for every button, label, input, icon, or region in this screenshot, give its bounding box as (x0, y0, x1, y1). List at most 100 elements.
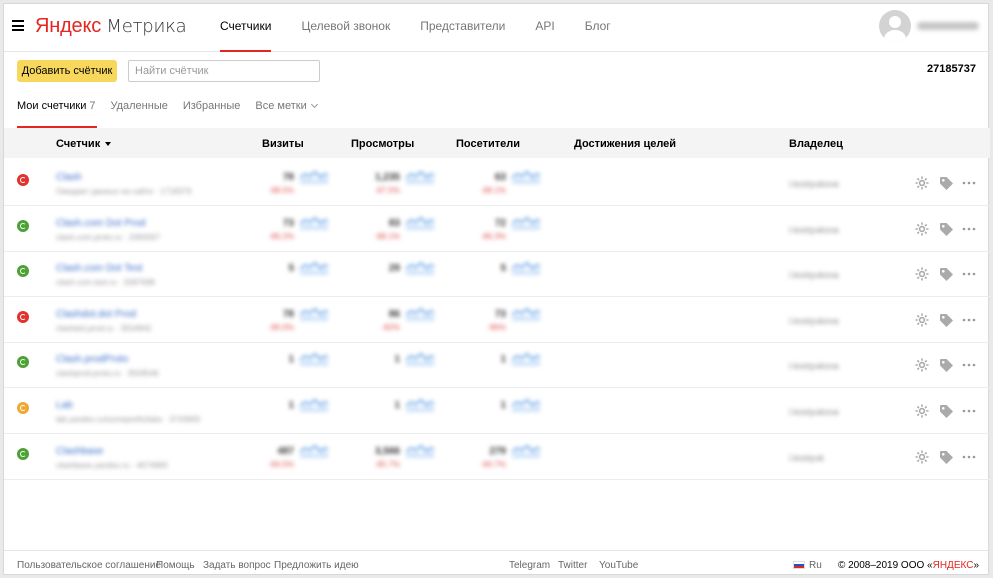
counter-site-text: clashbase.yandex.ru · 4674983 (56, 460, 168, 470)
tab-all-tags[interactable]: Все метки (255, 100, 318, 128)
views-value: 3,566 (374, 445, 400, 457)
table-row[interactable]: Clash Ожидает данных на сайте · 1718379 78… (4, 160, 990, 206)
owner-login: l.kostyuk (789, 452, 825, 463)
sparkline-chart (300, 353, 328, 367)
visits-value: 73 (282, 217, 294, 229)
counter-site-text: clash.com.test.ru · 2087698 (56, 278, 155, 288)
visits-delta: -84.5% (268, 459, 294, 469)
username[interactable] (917, 22, 979, 30)
views-value: 83 (388, 217, 400, 229)
add-counter-button[interactable]: Добавить счётчик (17, 60, 117, 82)
more-icon[interactable] (961, 266, 977, 282)
footer-help-link[interactable]: Помощь (156, 560, 195, 571)
table-row[interactable]: Clash.com Dot Test clash.com.test.ru · 20… (4, 251, 990, 298)
nav-blog[interactable]: Блог (585, 4, 611, 52)
counter-name-link[interactable]: Clashdot.dot Prod (56, 309, 136, 320)
tab-my-counters[interactable]: Мои счетчики 7 (17, 100, 98, 128)
owner-login: l.kostyukova (789, 361, 839, 372)
counter-name-link[interactable]: Clash (56, 172, 82, 183)
sparkline-chart (406, 353, 434, 367)
footer-suggest-link[interactable]: Предложить идею (274, 560, 359, 571)
status-error-icon (17, 174, 29, 186)
footer-ask-link[interactable]: Задать вопрос (203, 560, 271, 571)
table-row[interactable]: Clashdot.dot Prod clashdot.prod.ru · 3554… (4, 297, 990, 343)
tag-icon[interactable] (938, 403, 954, 419)
visitors-value: 63 (494, 172, 506, 183)
gear-icon[interactable] (914, 266, 930, 282)
more-icon[interactable] (961, 312, 977, 328)
search-counter-input[interactable] (128, 60, 320, 82)
more-icon[interactable] (961, 357, 977, 373)
more-icon[interactable] (961, 221, 977, 237)
views-delta: -88.1% (374, 231, 400, 241)
copyright-end: » (973, 560, 979, 571)
gear-icon[interactable] (914, 403, 930, 419)
col-visits[interactable]: Визиты (262, 138, 304, 150)
yandex-link[interactable]: ЯНДЕКС (933, 560, 974, 571)
footer-twitter-link[interactable]: Twitter (558, 560, 587, 571)
col-views[interactable]: Просмотры (351, 138, 414, 150)
sparkline-chart (512, 216, 540, 230)
tag-icon[interactable] (938, 221, 954, 237)
table-row[interactable]: Lab lab.yandex.ru/someprefix/labs · 37436… (4, 388, 990, 434)
tag-icon[interactable] (938, 357, 954, 373)
tag-icon[interactable] (938, 266, 954, 282)
user-avatar[interactable] (879, 10, 911, 42)
logo[interactable]: Яндекс Метрика (35, 15, 187, 38)
table-row[interactable]: Clashbase clashbase.yandex.ru · 4674983 48… (4, 434, 990, 480)
nav-counters[interactable]: Счетчики (220, 4, 272, 52)
counter-name-link[interactable]: Clashbase (56, 446, 103, 457)
counter-name-link[interactable]: Clash.com Dot Prod (56, 218, 145, 229)
footer-youtube-link[interactable]: YouTube (599, 560, 638, 571)
counter-site-text: clashprod.proto.ru · 3558546 (56, 369, 159, 379)
tab-deleted[interactable]: Удаленные (110, 100, 167, 128)
gear-icon[interactable] (914, 312, 930, 328)
col-goals[interactable]: Достижения целей (574, 138, 676, 150)
tag-icon[interactable] (938, 449, 954, 465)
copyright-text: © 2008–2019 ООО « (837, 560, 933, 571)
visitors-value: 1 (500, 354, 506, 366)
status-ok-icon (17, 356, 29, 369)
visitors-delta: -86% (487, 322, 506, 332)
col-visitors[interactable]: Посетители (456, 138, 520, 150)
owner-login: l.kostyukova (789, 270, 839, 281)
visits-value: 78 (282, 172, 294, 183)
counter-id: 27185737 (927, 63, 976, 75)
table-row[interactable]: Clash.prodProto clashprod.proto.ru · 3558… (4, 342, 990, 389)
nav-representatives[interactable]: Представители (420, 4, 505, 52)
col-counter[interactable]: Счетчик (56, 138, 112, 150)
col-owner[interactable]: Владелец (789, 138, 843, 150)
language-label: Ru (809, 560, 822, 571)
menu-icon[interactable] (12, 20, 24, 31)
nav-call-tracking[interactable]: Целевой звонок (301, 4, 390, 52)
counter-name-link[interactable]: Lab (56, 400, 73, 411)
sparkline-chart (406, 307, 434, 321)
more-icon[interactable] (961, 175, 977, 191)
footer-terms-link[interactable]: Пользовательское соглашение (17, 560, 161, 571)
more-icon[interactable] (961, 449, 977, 465)
app-frame: Яндекс Метрика Счетчики Целевой звонок П… (3, 3, 990, 575)
tag-icon[interactable] (938, 175, 954, 191)
sparkline-chart (512, 307, 540, 321)
gear-icon[interactable] (914, 449, 930, 465)
sparkline-chart (300, 216, 328, 230)
sparkline-chart (406, 261, 434, 276)
counter-site-text: lab.yandex.ru/someprefix/labs · 3743665 (56, 415, 201, 424)
visitors-value: 73 (494, 308, 506, 320)
gear-icon[interactable] (914, 175, 930, 191)
tag-icon[interactable] (938, 312, 954, 328)
nav-api[interactable]: API (535, 4, 554, 52)
table-row[interactable]: Clash.com Dot Prod clash.com.proto.ru · 2… (4, 206, 990, 252)
counter-name-link[interactable]: Clash.prodProto (56, 354, 128, 365)
gear-icon[interactable] (914, 221, 930, 237)
counter-site-text: clashdot.prod.ru · 3554842 (56, 323, 152, 333)
chevron-down-icon (310, 100, 318, 109)
more-icon[interactable] (961, 403, 977, 419)
counter-name-link[interactable]: Clash.com Dot Test (56, 263, 143, 274)
views-value: 29 (388, 263, 400, 275)
footer-telegram-link[interactable]: Telegram (509, 560, 550, 571)
sparkline-chart (406, 444, 434, 458)
language-switch[interactable]: Ru (793, 560, 822, 571)
tab-favorites[interactable]: Избранные (183, 100, 241, 128)
gear-icon[interactable] (914, 357, 930, 373)
